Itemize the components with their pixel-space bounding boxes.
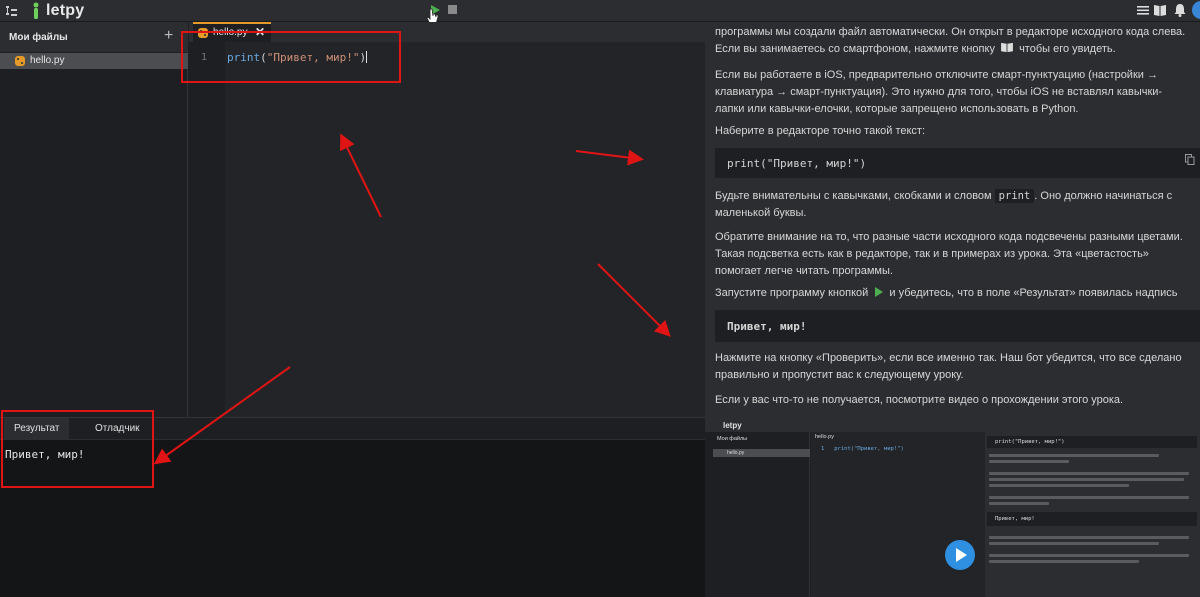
file-tree-icon[interactable]	[4, 3, 20, 19]
video-text-line	[989, 496, 1189, 499]
video-text-line	[989, 502, 1049, 505]
video-text-line	[989, 478, 1184, 481]
video-sidebar-title: Мои файлы	[717, 436, 748, 442]
video-output-block-text: Привет, мир!	[995, 516, 1035, 522]
annotation-box-code	[181, 31, 401, 83]
video-text-line	[989, 542, 1159, 545]
code-example-block: print("Привет, мир!")	[715, 148, 1200, 178]
bell-icon[interactable]	[1172, 2, 1188, 18]
video-lesson-panel: print("Привет, мир!") Привет, мир!	[985, 432, 1200, 597]
lesson-paragraph-4: Будьте внимательны с кавычками, скобками…	[715, 188, 1190, 222]
video-play-button[interactable]	[945, 540, 975, 570]
lesson-paragraph-3: Наберите в редакторе точно такой текст:	[715, 125, 926, 137]
line-gutter	[189, 42, 225, 417]
lesson-video-thumbnail[interactable]: letpy Мои файлы hello.py hello.py 1 prin…	[705, 420, 1200, 597]
video-code-line: 1 print("Привет, мир!")	[821, 446, 904, 452]
menu-icon[interactable]	[1135, 2, 1151, 18]
inline-code-print: print	[994, 189, 1035, 203]
video-text-line	[989, 560, 1139, 563]
sidebar-header: Мои файлы +	[0, 22, 188, 52]
video-sidebar-file: hello.py	[713, 449, 810, 457]
video-editor-tab: hello.py	[815, 434, 834, 440]
stop-icon[interactable]	[448, 5, 457, 14]
video-code-block-text: print("Привет, мир!")	[995, 439, 1065, 445]
app-window: letpy Мои файлы + hello.py hello.py ✕ 1 …	[0, 0, 1200, 597]
lesson-text: чтобы его увидеть.	[1019, 43, 1116, 55]
lesson-paragraph-6: Запустите программу кнопкой и убедитесь,…	[715, 285, 1190, 302]
lesson-text: Будьте внимательны с кавычками, скобками…	[715, 190, 992, 202]
output-example-text: Привет, мир!	[727, 320, 807, 333]
annotation-box-result	[1, 410, 154, 488]
book-icon	[1001, 42, 1013, 53]
sidebar-file-hello-py[interactable]: hello.py	[0, 53, 188, 69]
lesson-paragraph-8: Если у вас что-то не получается, посмотр…	[715, 394, 1124, 406]
run-icon	[875, 287, 884, 297]
output-example-block: Привет, мир!	[715, 310, 1200, 342]
video-text-line	[989, 454, 1159, 457]
lesson-paragraph-2: Если вы работаете в iOS, предварительно …	[715, 69, 1163, 115]
video-sidebar: Мои файлы hello.py	[705, 432, 810, 597]
copy-icon[interactable]	[1185, 154, 1195, 165]
video-text-line	[989, 460, 1069, 463]
sidebar-file-name: hello.py	[30, 55, 65, 66]
video-top-bar: letpy	[705, 420, 1200, 432]
book-icon[interactable]	[1152, 2, 1168, 18]
lesson-paragraph-7: Нажмите на кнопку «Проверить», если все …	[715, 352, 1182, 381]
logo[interactable]: letpy	[30, 0, 84, 22]
user-avatar[interactable]	[1192, 1, 1200, 19]
python-file-icon	[15, 56, 25, 66]
top-bar: letpy	[0, 0, 1200, 25]
code-area[interactable]	[225, 42, 705, 417]
logo-icon	[33, 2, 39, 19]
video-text-line	[989, 536, 1189, 539]
lesson-panel: программы мы создали файл автоматически.…	[705, 22, 1200, 597]
code-example-text: print("Привет, мир!")	[727, 157, 867, 170]
lesson-text: и убедитесь, что в поле «Результат» появ…	[889, 287, 1178, 299]
video-text-line	[989, 484, 1129, 487]
video-logo-text: letpy	[723, 421, 742, 430]
lesson-text: Запустите программу кнопкой	[715, 287, 869, 299]
video-text-line	[989, 472, 1189, 475]
video-code-block: print("Привет, мир!")	[987, 436, 1197, 448]
logo-text: letpy	[46, 2, 85, 19]
video-output-block: Привет, мир!	[987, 512, 1197, 526]
add-file-button[interactable]: +	[164, 28, 173, 44]
lesson-paragraph-5: Обратите внимание на то, что разные част…	[715, 231, 1183, 277]
video-text-line	[989, 554, 1189, 557]
video-editor: hello.py 1 print("Привет, мир!")	[811, 432, 985, 597]
sidebar-title: Мои файлы	[9, 32, 68, 43]
lesson-paragraph-1: программы мы создали файл автоматически.…	[715, 24, 1190, 58]
